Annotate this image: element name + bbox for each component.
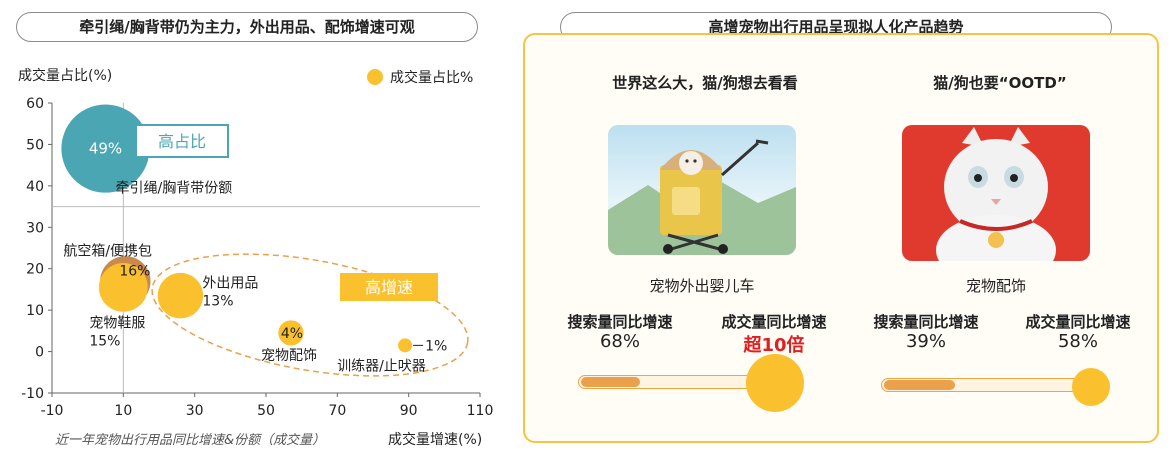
bubble-name-label: 训练器/止吠器 xyxy=(337,358,426,374)
stroller-image xyxy=(608,125,796,255)
product-1-progress-fill xyxy=(581,377,640,387)
chart-title: 近一年宠物出行用品同比增速&份额（成交量） xyxy=(55,432,325,448)
high-growth-label: 高增速 xyxy=(365,278,413,297)
bubble-share-label: 4% xyxy=(281,326,303,342)
bubble-name-label: 牵引绳/胸背带份额 xyxy=(116,181,233,197)
legend: 成交量占比% xyxy=(367,69,473,86)
y-tick-label: 0 xyxy=(35,345,44,361)
high-growth-box: 高增速 xyxy=(340,273,438,301)
bubble-share-label: 16% xyxy=(119,263,150,279)
legend-label: 成交量占比% xyxy=(390,69,473,86)
cat-accessory-image xyxy=(902,125,1090,261)
bubble-name-label: 外出用品 xyxy=(202,276,258,292)
product-1-sales-label: 成交量同比增速 xyxy=(721,313,827,331)
x-tick-label: 50 xyxy=(257,403,275,419)
y-tick-label: -10 xyxy=(21,386,44,402)
bubble-share-label: 15% xyxy=(89,333,120,349)
legend-marker xyxy=(367,69,383,85)
bubble-name-label: 航空箱/便携包 xyxy=(63,243,152,259)
y-tick-label: 20 xyxy=(26,262,44,278)
product-1-search-value: 68% xyxy=(599,331,640,352)
x-tick-label: 70 xyxy=(328,403,346,419)
y-tick-label: 10 xyxy=(26,303,44,319)
bubble xyxy=(157,272,204,319)
y-tick-label: 30 xyxy=(26,220,44,236)
y-axis-label: 成交量占比(%) xyxy=(18,67,112,84)
product-2-search-value: 39% xyxy=(905,331,946,352)
bubble-share-label: 13% xyxy=(202,294,233,310)
high-share-label: 高占比 xyxy=(158,132,206,151)
x-tick-label: 10 xyxy=(114,403,132,419)
bubble-chart: 成交量占比(%) 成交量占比% 60 50 40 30 20 10 0 -10-10 10 30 5… xyxy=(18,67,494,448)
y-tick-label: 50 xyxy=(26,137,44,153)
product-2-caption: 宠物配饰 xyxy=(965,277,1026,295)
product-2-sales-value: 58% xyxy=(1057,331,1098,352)
product-2-search-label: 搜索量同比增速 xyxy=(873,313,979,331)
bubble-name-label: 宠物配饰 xyxy=(261,348,317,364)
product-1-search-label: 搜索量同比增速 xyxy=(567,313,673,331)
bubble xyxy=(398,338,413,353)
y-tick-label: 60 xyxy=(26,96,44,112)
high-growth-region xyxy=(151,253,469,377)
product-1-subtitle: 世界这么大，猫/狗想去看看 xyxy=(612,74,798,92)
bubble-name-label: 宠物鞋服 xyxy=(89,315,145,331)
x-axis-label: 成交量增速(%) xyxy=(388,431,482,448)
product-2-subtitle: 猫/狗也要“OOTD” xyxy=(933,74,1067,92)
product-2-progress-knob xyxy=(1072,368,1110,406)
x-tick-label: 110 xyxy=(467,403,494,419)
bubble-share-label: 1% xyxy=(425,338,447,354)
product-1-progress-knob xyxy=(746,354,804,412)
high-share-box: 高占比 xyxy=(135,124,229,158)
product-1-caption: 宠物外出婴儿车 xyxy=(649,277,755,295)
x-tick-label: 30 xyxy=(186,403,204,419)
x-tick-label: -10 xyxy=(41,403,64,419)
bubble-share-label: 49% xyxy=(89,140,122,158)
product-2-sales-label: 成交量同比增速 xyxy=(1025,313,1131,331)
y-tick-label: 40 xyxy=(26,179,44,195)
product-2-progress-fill xyxy=(884,380,955,390)
x-tick-label: 90 xyxy=(400,403,418,419)
